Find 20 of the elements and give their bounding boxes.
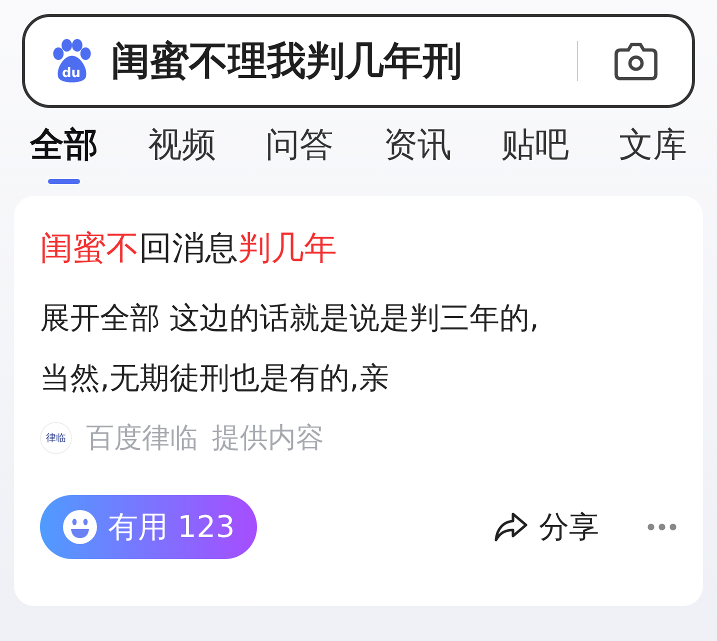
tab[interactable]: 资讯 bbox=[383, 122, 452, 196]
result-snippet: 展开全部 这边的话就是说是判三年的,当然,无期徒刑也是有的,亲 bbox=[40, 300, 540, 398]
source-note: 提供内容 bbox=[212, 420, 324, 456]
source-logo-icon: 律临 bbox=[40, 422, 72, 454]
tab[interactable]: 全部 bbox=[30, 122, 98, 196]
tab[interactable]: 问答 bbox=[266, 122, 334, 196]
logo-text: du bbox=[62, 67, 81, 80]
useful-button[interactable]: 有用 123 bbox=[40, 495, 257, 559]
search-field[interactable]: du 闺蜜不理我判几年刑 bbox=[22, 14, 695, 108]
more-icon[interactable] bbox=[647, 523, 677, 531]
share-arrow-icon bbox=[493, 511, 529, 543]
search-query: 闺蜜不理我判几年刑 bbox=[111, 38, 462, 86]
smiley-icon bbox=[62, 509, 98, 545]
tab[interactable]: 视频 bbox=[148, 122, 216, 196]
share-button[interactable]: 分享 bbox=[493, 506, 599, 548]
camera-icon[interactable] bbox=[614, 41, 658, 81]
result-title[interactable]: 闺蜜不回消息判几年 bbox=[40, 226, 677, 271]
tab[interactable]: 贴吧 bbox=[501, 122, 570, 196]
tab[interactable]: 文库 bbox=[618, 122, 687, 196]
source-name: 百度律临 bbox=[86, 420, 198, 456]
